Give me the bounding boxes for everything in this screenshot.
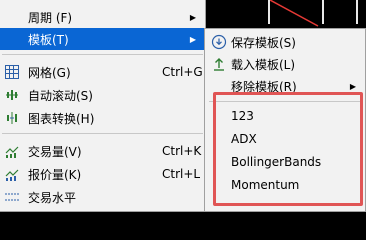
menu-item-template[interactable]: 模板(T) ▶ — [0, 28, 205, 50]
save-template-icon — [211, 34, 227, 50]
menu-item-trade-levels[interactable]: 交易水平 — [0, 186, 205, 208]
menu-item-tick-volume[interactable]: 报价量(K) Ctrl+L — [0, 163, 205, 185]
chevron-right-icon: ▶ — [189, 12, 196, 22]
shortcut-label: Ctrl+L — [162, 167, 201, 181]
grid-icon — [5, 65, 19, 79]
tick-volume-icon — [5, 169, 19, 181]
menu-item-label: 模板(T) — [28, 32, 69, 47]
menu-item-load-template[interactable]: 载入模板(L) — [205, 53, 365, 75]
menu-item-label: 图表转换(H) — [28, 111, 95, 126]
shortcut-label: Ctrl+G — [162, 65, 203, 79]
menu-item-autoscroll[interactable]: 自动滚动(S) — [0, 84, 205, 106]
shortcut-label: Ctrl+K — [162, 144, 202, 158]
chart-candle — [356, 0, 358, 24]
menu-item-grid[interactable]: 网格(G) Ctrl+G — [0, 61, 205, 83]
menu-separator — [2, 133, 203, 134]
autoscroll-icon — [6, 90, 18, 100]
menu-item-label: 交易水平 — [28, 190, 77, 205]
menu-item-label: 交易量(V) — [28, 144, 82, 159]
trade-levels-icon — [5, 193, 19, 201]
menu-item-chart-shift[interactable]: 图表转换(H) — [0, 107, 205, 129]
annotation-highlight-box — [213, 92, 363, 206]
menu-item-label: 网格(G) — [28, 65, 71, 80]
chevron-right-icon: ▶ — [189, 34, 196, 44]
menu-item-label: 保存模板(S) — [231, 35, 296, 50]
chart-shift-icon — [7, 112, 17, 124]
menu-item-label: 载入模板(L) — [231, 57, 296, 72]
menu-item-label: 自动滚动(S) — [28, 88, 93, 103]
menu-item-save-template[interactable]: 保存模板(S) — [205, 31, 365, 53]
menu-item-label: 报价量(K) — [28, 167, 82, 182]
chevron-right-icon: ▶ — [349, 81, 356, 91]
chart-line-segment — [270, 0, 319, 27]
load-template-icon — [214, 58, 224, 71]
menu-item-label: 周期 (F) — [28, 10, 73, 25]
chart-context-menu: 周期 (F) ▶ 模板(T) ▶ 网格(G) Ctrl+G 自动滚动(S) 图表… — [0, 0, 206, 212]
menu-separator — [2, 54, 203, 55]
volume-icon — [5, 146, 19, 158]
menu-item-volume[interactable]: 交易量(V) Ctrl+K — [0, 140, 205, 162]
menu-item-period[interactable]: 周期 (F) ▶ — [0, 6, 205, 28]
